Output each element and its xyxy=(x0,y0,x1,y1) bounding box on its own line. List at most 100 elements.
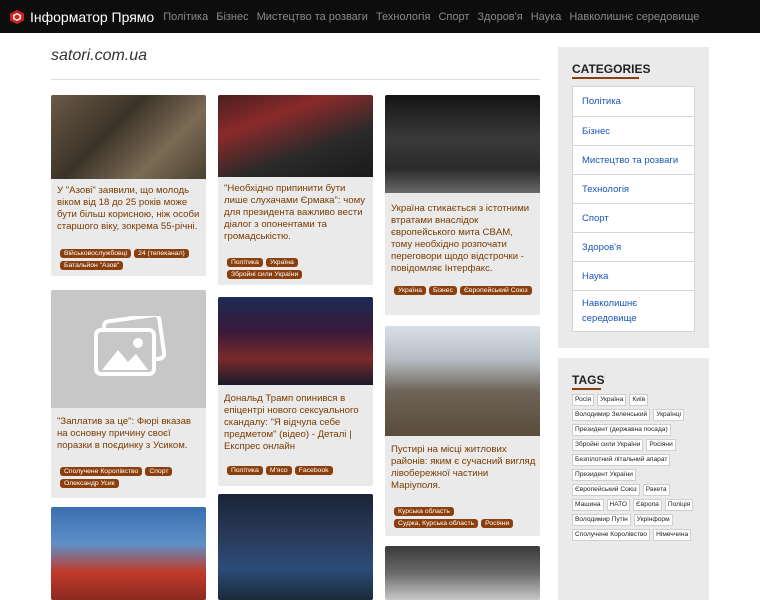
news-card[interactable] xyxy=(51,507,206,600)
news-card[interactable]: "Заплатив за це": Фюрі вказав на основну… xyxy=(51,290,206,498)
title-divider xyxy=(51,79,540,80)
cube-logo-icon xyxy=(9,9,25,25)
news-card-image[interactable] xyxy=(51,507,206,600)
news-card-image[interactable] xyxy=(385,95,540,193)
main-nav: Політика Бізнес Мистецтво та розваги Тех… xyxy=(163,11,707,23)
tag-pill[interactable]: Курська область xyxy=(394,507,454,516)
tag-pill[interactable]: Політика xyxy=(227,258,263,267)
categories-title: CATEGORIES xyxy=(572,62,651,76)
tag-link[interactable]: НАТО xyxy=(606,499,631,511)
tag-pill[interactable]: Україна xyxy=(265,258,298,267)
tag-link[interactable]: Президент України xyxy=(572,469,636,481)
news-card[interactable]: Пустирі на місці житлових районів: яким … xyxy=(385,326,540,536)
news-card-tags: Політика Україна Збройні сили України xyxy=(227,258,369,279)
nav-item-science[interactable]: Наука xyxy=(531,11,562,23)
news-card-tags: Політика М'ясо Facebook xyxy=(227,466,369,475)
tag-pill[interactable]: Військовослужбовці xyxy=(60,249,132,258)
tag-link[interactable]: Росіяни xyxy=(646,439,676,451)
news-card-image[interactable] xyxy=(51,95,206,179)
news-card-headline[interactable]: Дональд Трамп опинився в епіцентрі новог… xyxy=(224,393,369,453)
news-card-tags: Курська область Суджа, Курська область Р… xyxy=(394,507,536,528)
site-title: satori.com.ua xyxy=(51,47,148,64)
tag-link[interactable]: Збройні сили України xyxy=(572,439,644,451)
news-card-headline[interactable]: У "Азові" заявили, що молодь віком від 1… xyxy=(57,185,202,233)
tag-pill[interactable]: Європейський Союз xyxy=(460,286,532,295)
tag-pill[interactable]: Спорт xyxy=(145,467,173,476)
tag-link[interactable]: Європейський Союз xyxy=(572,484,640,496)
tags-title: TAGS xyxy=(572,373,605,387)
news-card-image[interactable] xyxy=(218,95,373,177)
tag-pill[interactable]: Facebook xyxy=(294,466,333,475)
nav-item-technology[interactable]: Технологія xyxy=(376,11,431,23)
news-card[interactable]: "Необхідно припинити бути лише слухачами… xyxy=(218,95,373,285)
tag-link[interactable]: Укрінформ xyxy=(633,514,673,526)
tag-pill[interactable]: Бізнес xyxy=(428,286,457,295)
tag-link[interactable]: Сполучене Королівство xyxy=(572,529,651,541)
tag-link[interactable]: Німеччина xyxy=(653,529,692,541)
tag-pill[interactable]: Збройні сили України xyxy=(227,270,303,279)
news-card-image[interactable] xyxy=(218,297,373,385)
tag-link[interactable]: Українці xyxy=(653,409,685,421)
tag-link[interactable]: Президент (державна посада) xyxy=(572,424,671,436)
tag-link[interactable]: Поліція xyxy=(664,499,694,511)
nav-item-environment[interactable]: Навколишнє середовище xyxy=(569,11,699,23)
brand-name[interactable]: Інформатор Прямо xyxy=(30,9,154,25)
news-card[interactable]: Україна стикається з істотними втратами … xyxy=(385,95,540,315)
news-card[interactable] xyxy=(218,494,373,600)
tag-link[interactable]: Володимир Путін xyxy=(572,514,631,526)
nav-item-sport[interactable]: Спорт xyxy=(438,11,469,23)
nav-item-politics[interactable]: Політика xyxy=(163,11,208,23)
tag-pill[interactable]: Батальйон "Азов" xyxy=(60,261,124,270)
tag-link[interactable]: Європа xyxy=(633,499,662,511)
news-card[interactable]: У "Азові" заявили, що молодь віком від 1… xyxy=(51,95,206,276)
news-card-image[interactable] xyxy=(385,546,540,600)
category-link-arts[interactable]: Мистецтво та розваги xyxy=(573,145,694,174)
tag-pill[interactable]: Росіяни xyxy=(481,519,514,528)
category-link-politics[interactable]: Політика xyxy=(573,87,694,116)
tag-link[interactable]: Машина xyxy=(572,499,604,511)
tag-pill[interactable]: М'ясо xyxy=(265,466,292,475)
news-card-headline[interactable]: "Заплатив за це": Фюрі вказав на основну… xyxy=(57,416,202,452)
tag-link[interactable]: Україна xyxy=(597,394,627,406)
news-card-tags: Сполучене Королівство Спорт Олександр Ус… xyxy=(60,467,202,488)
tag-link[interactable]: Володимир Зеленський xyxy=(572,409,651,421)
category-link-environment[interactable]: Навколишнє середовище xyxy=(573,290,694,331)
tags-widget: TAGS Росія Україна Київ Володимир Зеленс… xyxy=(558,358,709,600)
news-card-tags: Україна Бізнес Європейський Союз xyxy=(394,286,536,295)
tag-pill[interactable]: Олександр Усик xyxy=(60,479,119,488)
news-card-image[interactable] xyxy=(218,494,373,600)
news-card-tags: Військовослужбовці 24 (телеканал) Баталь… xyxy=(60,249,202,270)
tag-pill[interactable]: Суджа, Курська область xyxy=(394,519,479,528)
news-card[interactable]: Дональд Трамп опинився в епіцентрі новог… xyxy=(218,297,373,486)
tag-link[interactable]: Безпілотний літальний апарат xyxy=(572,454,671,466)
tag-pill[interactable]: Сполучене Королівство xyxy=(60,467,143,476)
top-navbar: Інформатор Прямо Політика Бізнес Мистецт… xyxy=(0,0,760,33)
nav-item-business[interactable]: Бізнес xyxy=(216,11,248,23)
news-card[interactable] xyxy=(385,546,540,600)
category-link-business[interactable]: Бізнес xyxy=(573,116,694,145)
news-card-headline[interactable]: Пустирі на місці житлових районів: яким … xyxy=(391,444,536,492)
tag-pill[interactable]: Україна xyxy=(394,286,426,295)
tag-link[interactable]: Росія xyxy=(572,394,595,406)
category-link-technology[interactable]: Технологія xyxy=(573,174,694,203)
nav-item-health[interactable]: Здоров'я xyxy=(477,11,522,23)
category-link-health[interactable]: Здоров'я xyxy=(573,232,694,261)
tags-title-underline xyxy=(572,388,601,390)
category-link-science[interactable]: Наука xyxy=(573,261,694,290)
tag-cloud: Росія Україна Київ Володимир Зеленський … xyxy=(572,394,698,541)
news-card-image[interactable] xyxy=(385,326,540,436)
tag-pill[interactable]: Політика xyxy=(227,466,263,475)
tag-link[interactable]: Ракета xyxy=(642,484,670,496)
tag-pill[interactable]: 24 (телеканал) xyxy=(134,249,189,258)
categories-title-underline xyxy=(572,77,639,79)
nav-item-arts[interactable]: Мистецтво та розваги xyxy=(257,11,368,23)
categories-widget: CATEGORIES Політика Бізнес Мистецтво та … xyxy=(558,47,709,348)
news-card-headline[interactable]: "Необхідно припинити бути лише слухачами… xyxy=(224,183,369,243)
categories-list: Політика Бізнес Мистецтво та розваги Тех… xyxy=(572,86,695,332)
tag-link[interactable]: Київ xyxy=(629,394,649,406)
news-card-image[interactable] xyxy=(51,290,206,408)
image-placeholder-icon xyxy=(92,312,166,383)
brand-logo[interactable]: Інформатор Прямо xyxy=(9,9,163,25)
news-card-headline[interactable]: Україна стикається з істотними втратами … xyxy=(391,203,536,275)
category-link-sport[interactable]: Спорт xyxy=(573,203,694,232)
